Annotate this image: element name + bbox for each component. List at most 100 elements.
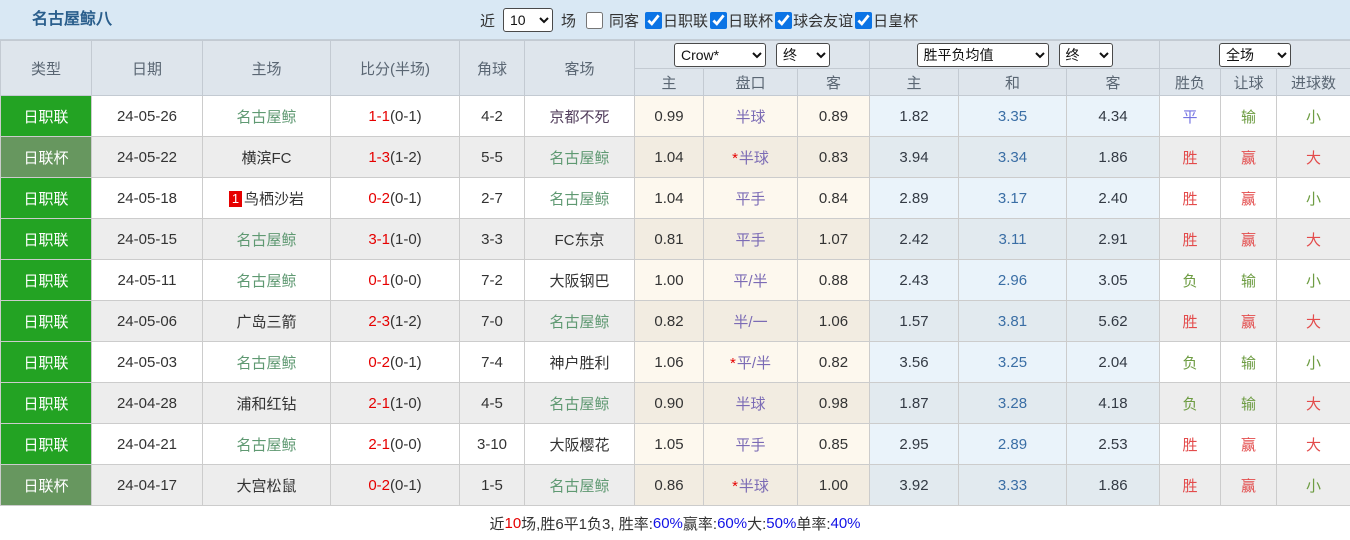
home-team-cell: 1 鸟栖沙岩 xyxy=(202,177,331,219)
away-team-name: 名古屋鲸 xyxy=(549,313,610,331)
avg-time-select[interactable]: 终 xyxy=(1058,42,1113,67)
league-filter-checkbox[interactable] xyxy=(855,11,873,29)
avg-home-cell: 1.82 xyxy=(869,95,960,137)
league-filter[interactable]: 日职联 xyxy=(645,10,708,31)
fulltime-score: 3-1 xyxy=(368,230,390,248)
avg-home-cell: 2.42 xyxy=(869,218,960,260)
home-team-cell: 名古屋鲸 xyxy=(202,423,331,465)
away-team-name: 大阪钢巴 xyxy=(549,272,610,290)
avg-home-cell: 2.89 xyxy=(869,177,960,219)
corners-cell: 3-3 xyxy=(459,218,525,260)
summary-segment: 10 xyxy=(504,514,522,532)
handicap-text: 平手 xyxy=(735,231,766,249)
avg-type-select[interactable]: 胜平负均值 xyxy=(916,42,1049,67)
league-filter-label: 日皇杯 xyxy=(873,12,919,30)
handicap-cell: *半球 xyxy=(703,136,798,178)
handicap-result-cell: 赢 xyxy=(1220,300,1278,342)
league-filter[interactable]: 球会友谊 xyxy=(775,10,853,31)
subcol-home-odds: 主 xyxy=(634,68,704,96)
handicap-result-cell: 输 xyxy=(1220,259,1278,301)
league-filters: 日职联 日联杯 球会友谊 日皇杯 xyxy=(645,10,918,31)
avg-draw-cell: 3.25 xyxy=(958,341,1068,383)
same-away-filter[interactable]: 同客 xyxy=(586,10,639,31)
matches-tbody: 日职联 24-05-26 名古屋鲸 1-1(0-1) 4-2 京都不死 0.99 半球 0.89… xyxy=(0,95,1350,506)
avg-away-cell: 5.62 xyxy=(1066,300,1161,342)
score-cell: 2-3(1-2) xyxy=(330,300,460,342)
corners-cell: 7-0 xyxy=(459,300,525,342)
avg-draw-cell: 3.81 xyxy=(958,300,1068,342)
goals-result-cell: 小 xyxy=(1276,341,1350,383)
away-odds-cell: 0.84 xyxy=(796,177,871,219)
score-cell: 0-2(0-1) xyxy=(330,177,460,219)
league-filter-checkbox[interactable] xyxy=(710,11,728,29)
home-team-cell: 名古屋鲸 xyxy=(202,218,331,260)
same-away-label: 同客 xyxy=(609,12,640,30)
avg-draw-cell: 3.17 xyxy=(958,177,1068,219)
score-cell: 3-1(1-0) xyxy=(330,218,460,260)
home-odds-cell: 0.90 xyxy=(634,382,704,424)
handicap-result-cell: 赢 xyxy=(1220,423,1278,465)
scope-select[interactable]: 全场 xyxy=(1219,42,1292,67)
league-filter-checkbox[interactable] xyxy=(645,11,663,29)
date-cell: 24-04-28 xyxy=(91,382,203,424)
home-odds-cell: 0.81 xyxy=(634,218,704,260)
away-team-cell: 名古屋鲸 xyxy=(524,382,635,424)
home-odds-cell: 1.05 xyxy=(634,423,704,465)
handicap-result-cell: 输 xyxy=(1220,95,1278,137)
handicap-cell: *平/半 xyxy=(703,341,798,383)
toolbar-controls: 近 10 场 同客 日职联 日联杯 球会友谊 日皇杯 xyxy=(480,0,918,40)
home-team-cell: 名古屋鲸 xyxy=(202,95,331,137)
home-odds-cell: 1.06 xyxy=(634,341,704,383)
home-odds-cell: 0.99 xyxy=(634,95,704,137)
home-team-cell: 名古屋鲸 xyxy=(202,259,331,301)
summary-segment: 单率: xyxy=(796,515,831,533)
date-cell: 24-04-17 xyxy=(91,464,203,506)
avg-home-cell: 3.92 xyxy=(869,464,960,506)
date-cell: 24-05-15 xyxy=(91,218,203,260)
avg-home-cell: 3.94 xyxy=(869,136,960,178)
handicap-cell: 平手 xyxy=(703,177,798,219)
same-away-checkbox[interactable] xyxy=(586,11,604,29)
type-cell: 日职联 xyxy=(0,218,92,260)
avg-away-cell: 3.05 xyxy=(1066,259,1161,301)
subcol-handicap: 盘口 xyxy=(703,68,798,96)
away-team-cell: 京都不死 xyxy=(524,95,635,137)
handicap-result-cell: 赢 xyxy=(1220,177,1278,219)
home-team-name: 名古屋鲸 xyxy=(236,354,297,372)
halftime-score: (1-0) xyxy=(390,394,422,412)
scope-select-group: 全场 xyxy=(1159,40,1350,69)
handicap-text: 平手 xyxy=(735,190,766,208)
goals-result-cell: 大 xyxy=(1276,423,1350,465)
home-team-name: 横滨FC xyxy=(241,149,292,167)
odds-time-select[interactable]: 终 xyxy=(776,42,830,67)
halftime-score: (1-2) xyxy=(390,312,422,330)
home-team-cell: 名古屋鲸 xyxy=(202,341,331,383)
corners-cell: 3-10 xyxy=(459,423,525,465)
away-odds-cell: 0.82 xyxy=(796,341,871,383)
result-cell: 负 xyxy=(1159,259,1222,301)
home-odds-cell: 1.04 xyxy=(634,136,704,178)
avg-away-cell: 2.53 xyxy=(1066,423,1161,465)
table-row: 日职联 24-05-18 1 鸟栖沙岩 0-2(0-1) 2-7 名古屋鲸 1.04 平手 0.8… xyxy=(0,177,1350,219)
table-row: 日职联 24-05-11 名古屋鲸 0-1(0-0) 7-2 大阪钢巴 1.00 平/半 0.8… xyxy=(0,259,1350,301)
col-header-type: 类型 xyxy=(0,40,92,96)
summary-segment: 近 xyxy=(489,515,505,533)
table-row: 日联杯 24-04-17 大宫松鼠 0-2(0-1) 1-5 名古屋鲸 0.86 *半球 1.0… xyxy=(0,464,1350,506)
away-team-name: 名古屋鲸 xyxy=(549,149,610,167)
team-title: 名古屋鲸八 xyxy=(32,11,113,28)
type-cell: 日职联 xyxy=(0,423,92,465)
league-filter[interactable]: 日联杯 xyxy=(710,10,773,31)
fulltime-score: 0-2 xyxy=(368,476,390,494)
home-team-cell: 广岛三箭 xyxy=(202,300,331,342)
league-filter-checkbox[interactable] xyxy=(775,11,793,29)
subcol-avg-draw: 和 xyxy=(958,68,1068,96)
odds-source-select[interactable]: Crow* xyxy=(674,42,766,67)
league-filter[interactable]: 日皇杯 xyxy=(855,10,918,31)
handicap-result-cell: 赢 xyxy=(1220,218,1278,260)
avg-away-cell: 1.86 xyxy=(1066,464,1161,506)
away-team-cell: FC东京 xyxy=(524,218,635,260)
odds-select-group: Crow* 终 xyxy=(633,40,871,69)
recent-count-select[interactable]: 10 xyxy=(503,8,554,32)
home-team-name: 名古屋鲸 xyxy=(236,436,297,454)
handicap-result-cell: 赢 xyxy=(1220,464,1278,506)
